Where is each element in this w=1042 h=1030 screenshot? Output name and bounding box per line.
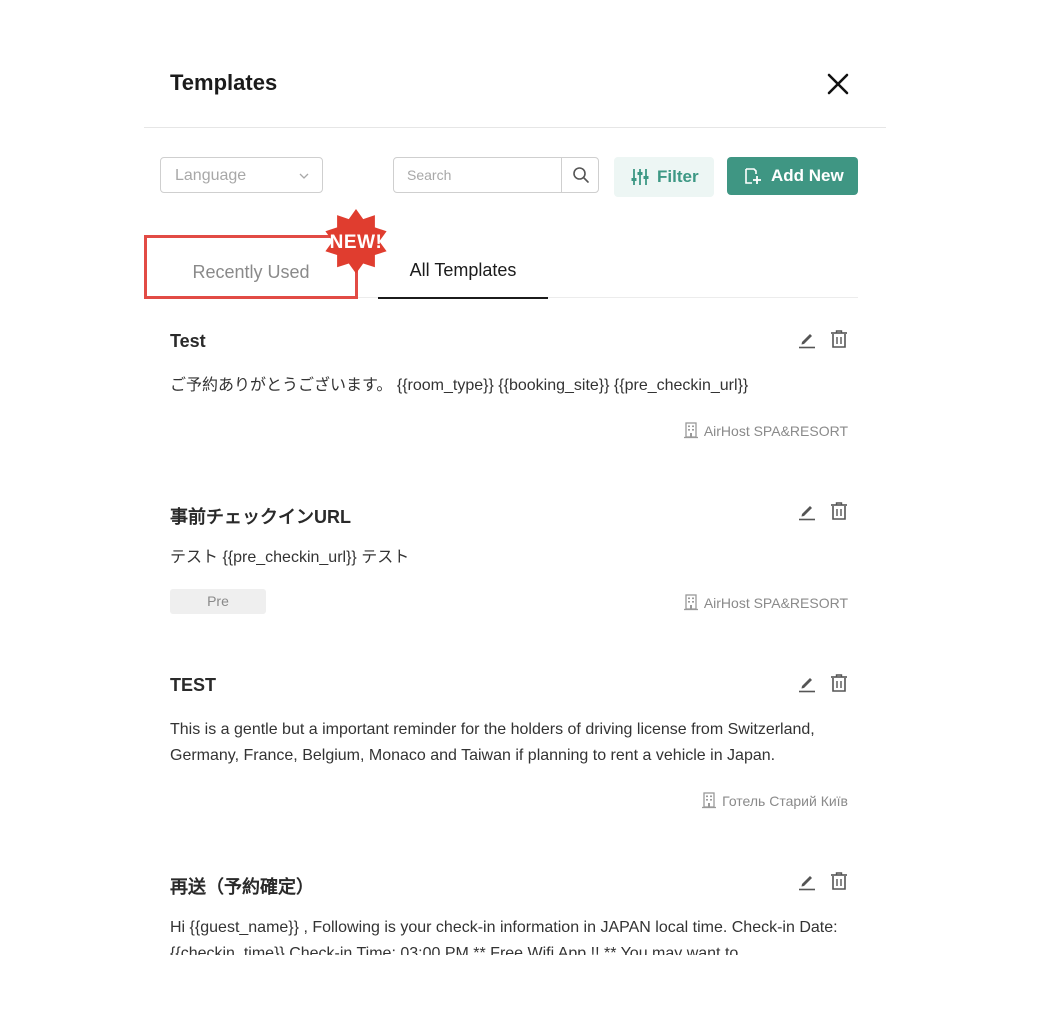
- search-input[interactable]: [394, 158, 562, 192]
- add-new-button[interactable]: Add New: [727, 157, 858, 195]
- delete-button[interactable]: [830, 871, 848, 891]
- add-document-icon: [745, 168, 761, 184]
- trash-icon: [831, 330, 847, 348]
- add-new-button-label: Add New: [771, 166, 844, 185]
- sliders-icon: [631, 169, 649, 185]
- language-select-placeholder: Language: [175, 167, 247, 184]
- template-tag: Pre: [170, 589, 266, 614]
- template-list: Test ご予約ありがとうございます。 {{room_type}} {{book…: [0, 298, 1042, 955]
- chevron-down-icon: [299, 173, 309, 179]
- edit-button[interactable]: [798, 501, 816, 521]
- edit-button[interactable]: [798, 673, 816, 693]
- templates-dialog: Templates Language F: [0, 0, 1042, 1030]
- template-name: Test: [170, 331, 206, 351]
- template-property-name: AirHost SPA&RESORT: [703, 595, 848, 611]
- template-name: 再送（予約確定）: [170, 877, 314, 897]
- edit-button[interactable]: [798, 871, 816, 891]
- building-icon: [683, 422, 698, 439]
- search-button[interactable]: [561, 158, 598, 192]
- template-name: 事前チェックインURL: [170, 507, 351, 527]
- pencil-icon: [799, 876, 815, 891]
- template-property: AirHost SPA&RESORT: [683, 593, 848, 611]
- pencil-icon: [799, 506, 815, 521]
- search-box: [393, 157, 599, 193]
- template-body: ご予約ありがとうございます。 {{room_type}} {{booking_s…: [170, 377, 749, 394]
- template-body: This is a gentle but a important reminde…: [170, 721, 815, 764]
- template-property: AirHost SPA&RESORT: [683, 421, 848, 439]
- template-item[interactable]: Test ご予約ありがとうございます。 {{room_type}} {{book…: [170, 329, 850, 451]
- pencil-icon: [799, 334, 815, 349]
- building-icon: [683, 594, 698, 611]
- edit-button[interactable]: [798, 329, 816, 349]
- header-divider: [144, 127, 886, 128]
- filter-button[interactable]: Filter: [614, 157, 714, 197]
- template-name: TEST: [170, 675, 217, 695]
- trash-icon: [831, 872, 847, 890]
- tab-all-templates-label: All Templates: [409, 260, 517, 280]
- close-button[interactable]: [822, 68, 854, 100]
- trash-icon: [831, 502, 847, 520]
- tab-all-templates[interactable]: All Templates: [378, 235, 548, 299]
- language-select[interactable]: Language: [160, 157, 323, 193]
- close-icon: [827, 73, 849, 95]
- pencil-icon: [799, 678, 815, 693]
- filter-button-label: Filter: [657, 167, 699, 186]
- template-item[interactable]: 再送（予約確定） Hi {{guest_name}} , Following i…: [170, 871, 850, 955]
- search-icon: [573, 167, 589, 183]
- template-property-name: Готель Старий Київ: [722, 793, 848, 809]
- building-icon: [702, 792, 717, 809]
- dialog-title: Templates: [170, 70, 278, 95]
- delete-button[interactable]: [830, 673, 848, 693]
- template-item[interactable]: TEST This is a gentle but a important re…: [170, 673, 850, 815]
- trash-icon: [831, 674, 847, 692]
- template-item[interactable]: 事前チェックインURL テスト {{pre_checkin_url}} テスト …: [170, 501, 850, 623]
- delete-button[interactable]: [830, 329, 848, 349]
- delete-button[interactable]: [830, 501, 848, 521]
- template-property-name: AirHost SPA&RESORT: [703, 423, 848, 439]
- template-body: テスト {{pre_checkin_url}} テスト: [170, 549, 410, 566]
- template-body: Hi {{guest_name}} , Following is your ch…: [170, 919, 838, 955]
- template-property: Готель Старий Київ: [701, 791, 848, 809]
